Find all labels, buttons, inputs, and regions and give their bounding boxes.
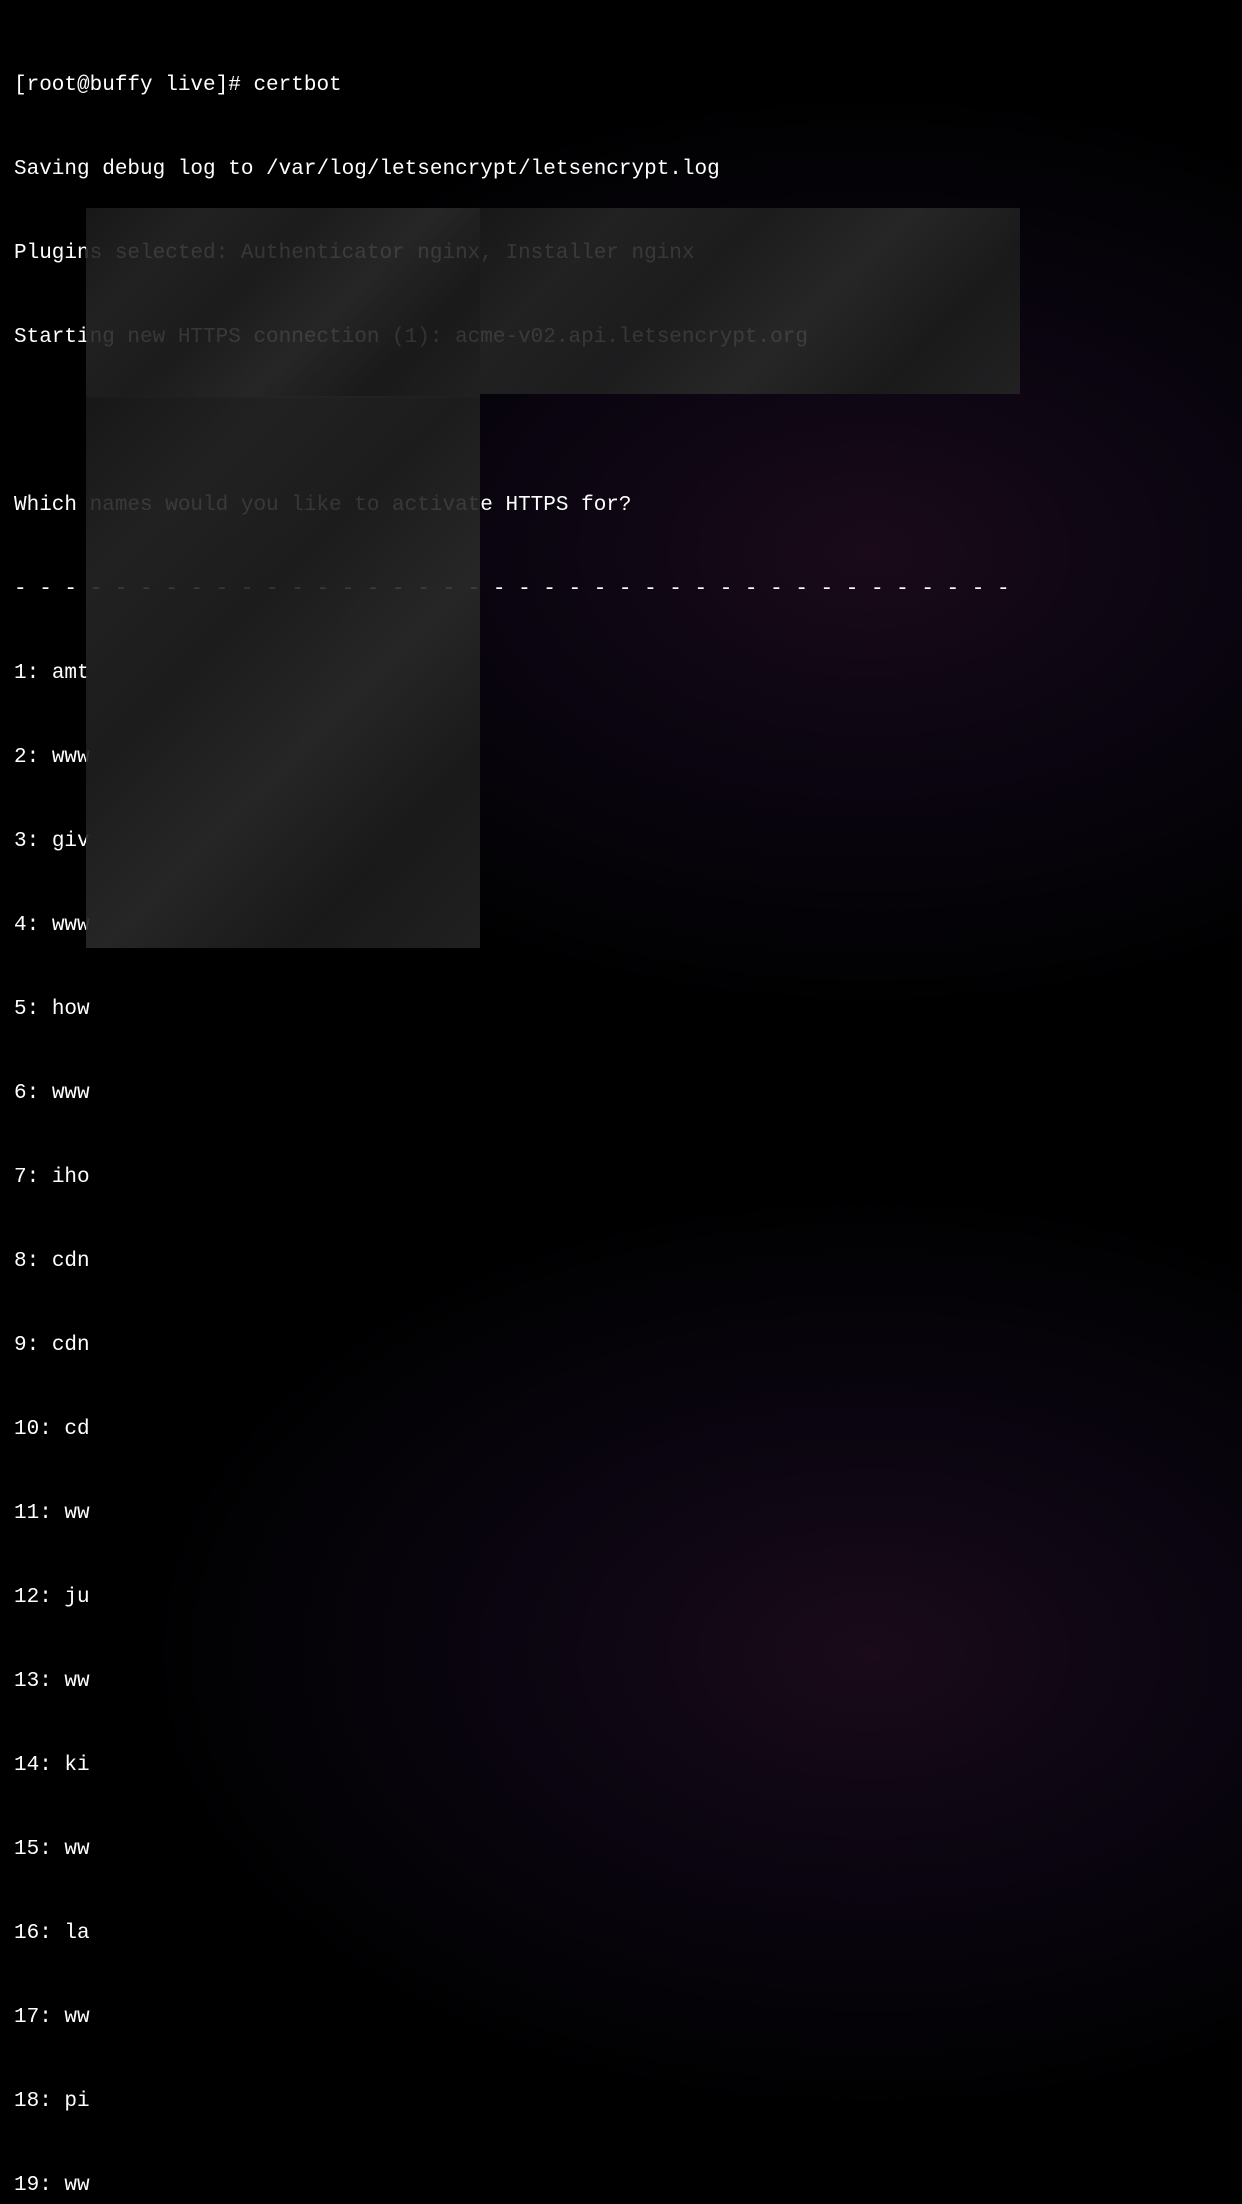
option-number: 13: (14, 1670, 52, 1693)
domain-option: 16: la (14, 1920, 1228, 1948)
option-number: 7: (14, 1166, 39, 1189)
option-number: 15: (14, 1838, 52, 1861)
domain-fragment: cd (64, 1418, 89, 1441)
divider-line: - - - - - - - - - - - - - - - - - - - - … (14, 576, 1228, 604)
domain-option: 14: ki (14, 1752, 1228, 1780)
option-number: 9: (14, 1334, 39, 1357)
log-line: Saving debug log to /var/log/letsencrypt… (14, 156, 1228, 184)
option-number: 14: (14, 1754, 52, 1777)
domain-option: 15: ww (14, 1836, 1228, 1864)
domain-fragment: ju (64, 1586, 89, 1609)
domain-fragment: la (64, 1922, 89, 1945)
shell-prompt-line: [root@buffy live]# certbot (14, 72, 1228, 100)
domain-option: 13: ww (14, 1668, 1228, 1696)
option-number: 18: (14, 2090, 52, 2113)
terminal-output[interactable]: [root@buffy live]# certbot Saving debug … (14, 16, 1228, 2204)
question-line: Which names would you like to activate H… (14, 492, 1228, 520)
domain-option: 8: cdn (14, 1248, 1228, 1276)
domain-option: 10: cd (14, 1416, 1228, 1444)
domain-option: 12: ju (14, 1584, 1228, 1612)
option-number: 17: (14, 2006, 52, 2029)
option-number: 1: (14, 662, 39, 685)
option-number: 10: (14, 1418, 52, 1441)
domain-fragment: ww (64, 1838, 89, 1861)
domain-option: 17: ww (14, 2004, 1228, 2032)
domain-fragment: amt (52, 662, 90, 685)
domain-fragment: how (52, 998, 90, 1021)
domain-fragment: cdn (52, 1334, 90, 1357)
domain-option: 5: how (14, 996, 1228, 1024)
domain-fragment: pi (64, 2090, 89, 2113)
domain-option: 11: ww (14, 1500, 1228, 1528)
domain-option: 18: pi (14, 2088, 1228, 2116)
option-number: 3: (14, 830, 39, 853)
domain-fragment: ww (64, 1502, 89, 1525)
domain-fragment: ki (64, 1754, 89, 1777)
domain-fragment: iho (52, 1166, 90, 1189)
domain-option: 9: cdn (14, 1332, 1228, 1360)
domain-fragment: cdn (52, 1250, 90, 1273)
option-number: 4: (14, 914, 39, 937)
domain-option: 2: www (14, 744, 1228, 772)
domain-fragment: www (52, 746, 90, 769)
domain-option: 4: www (14, 912, 1228, 940)
option-number: 19: (14, 2174, 52, 2197)
domain-option: 1: amt (14, 660, 1228, 688)
option-number: 2: (14, 746, 39, 769)
domain-option: 6: www (14, 1080, 1228, 1108)
log-line: Plugins selected: Authenticator nginx, I… (14, 240, 1228, 268)
option-number: 11: (14, 1502, 52, 1525)
domain-fragment: ww (64, 2174, 89, 2197)
domain-option: 19: ww (14, 2172, 1228, 2200)
option-number: 16: (14, 1922, 52, 1945)
domain-fragment: ww (64, 2006, 89, 2029)
option-number: 12: (14, 1586, 52, 1609)
log-line: Starting new HTTPS connection (1): acme-… (14, 324, 1228, 352)
blank-line (14, 408, 1228, 436)
domain-fragment: giv (52, 830, 90, 853)
domain-fragment: ww (64, 1670, 89, 1693)
option-number: 8: (14, 1250, 39, 1273)
domain-option: 7: iho (14, 1164, 1228, 1192)
domain-option: 3: giv (14, 828, 1228, 856)
domain-fragment: www (52, 914, 90, 937)
option-number: 5: (14, 998, 39, 1021)
